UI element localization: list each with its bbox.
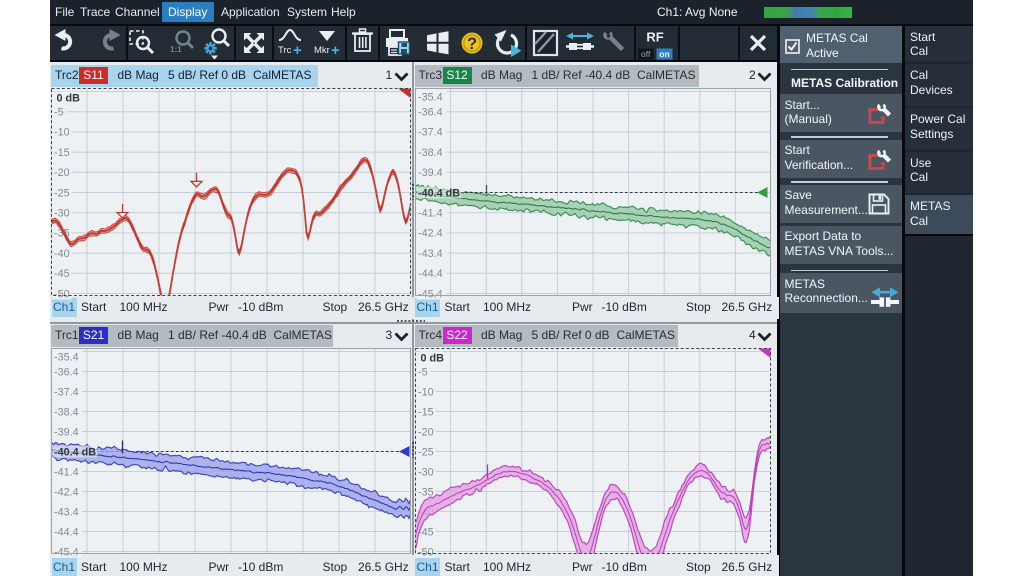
- svg-text:+: +: [293, 42, 302, 59]
- svg-text:on: on: [659, 49, 669, 59]
- svg-text:-35.4: -35.4: [418, 91, 443, 103]
- svg-text:-40: -40: [54, 247, 70, 259]
- svg-text:-25: -25: [54, 187, 70, 199]
- svg-text:-25: -25: [418, 446, 434, 458]
- svg-text:-20: -20: [418, 426, 434, 438]
- svg-text:-5: -5: [54, 106, 64, 118]
- svg-text:Trc: Trc: [278, 45, 292, 56]
- svg-text:-15: -15: [418, 406, 434, 418]
- svg-text:-30: -30: [54, 207, 70, 219]
- svg-text:Mkr: Mkr: [314, 45, 330, 56]
- svg-text:-38.4: -38.4: [54, 406, 79, 418]
- svg-text:-37.4: -37.4: [54, 386, 79, 398]
- svg-text:-45.4: -45.4: [54, 546, 79, 558]
- svg-text:-15: -15: [54, 146, 70, 158]
- svg-text:-41.4: -41.4: [418, 207, 443, 219]
- svg-text:-43.4: -43.4: [418, 247, 443, 259]
- svg-text:-40.4 dB: -40.4 dB: [418, 187, 460, 199]
- svg-text:-44.4: -44.4: [54, 526, 79, 538]
- svg-text:-43.4: -43.4: [54, 506, 79, 518]
- svg-text:-39.4: -39.4: [418, 167, 443, 179]
- svg-text:-42.4: -42.4: [418, 227, 443, 239]
- svg-text:-38.4: -38.4: [418, 146, 443, 158]
- svg-text:-36.4: -36.4: [54, 366, 79, 378]
- svg-text:?: ?: [467, 35, 477, 53]
- svg-text:-35.4: -35.4: [54, 351, 79, 363]
- svg-text:-39.4: -39.4: [54, 426, 79, 438]
- svg-text:-42.4: -42.4: [54, 486, 79, 498]
- svg-text:-5: -5: [418, 366, 428, 378]
- svg-text:1:1: 1:1: [170, 45, 182, 54]
- svg-text:-37.4: -37.4: [418, 126, 443, 138]
- svg-text:0 dB: 0 dB: [56, 92, 80, 104]
- svg-text:-44.4: -44.4: [418, 268, 443, 280]
- svg-text:off: off: [641, 49, 651, 59]
- svg-text:-10: -10: [418, 386, 434, 398]
- svg-text:RF: RF: [646, 30, 663, 45]
- svg-text:-41.4: -41.4: [54, 466, 79, 478]
- svg-text:-30: -30: [418, 466, 434, 478]
- svg-text:-36.4: -36.4: [418, 106, 443, 118]
- svg-text:-10: -10: [54, 126, 70, 138]
- svg-text:-50: -50: [54, 288, 70, 300]
- svg-text:+: +: [331, 42, 340, 59]
- svg-text:-45: -45: [54, 268, 70, 280]
- svg-text:-50: -50: [418, 546, 434, 558]
- svg-text:-35: -35: [418, 486, 434, 498]
- svg-text:0 dB: 0 dB: [420, 352, 444, 364]
- svg-text:-40.4 dB: -40.4 dB: [54, 446, 96, 458]
- svg-text:-45.4: -45.4: [418, 288, 443, 300]
- svg-text:-20: -20: [54, 167, 70, 179]
